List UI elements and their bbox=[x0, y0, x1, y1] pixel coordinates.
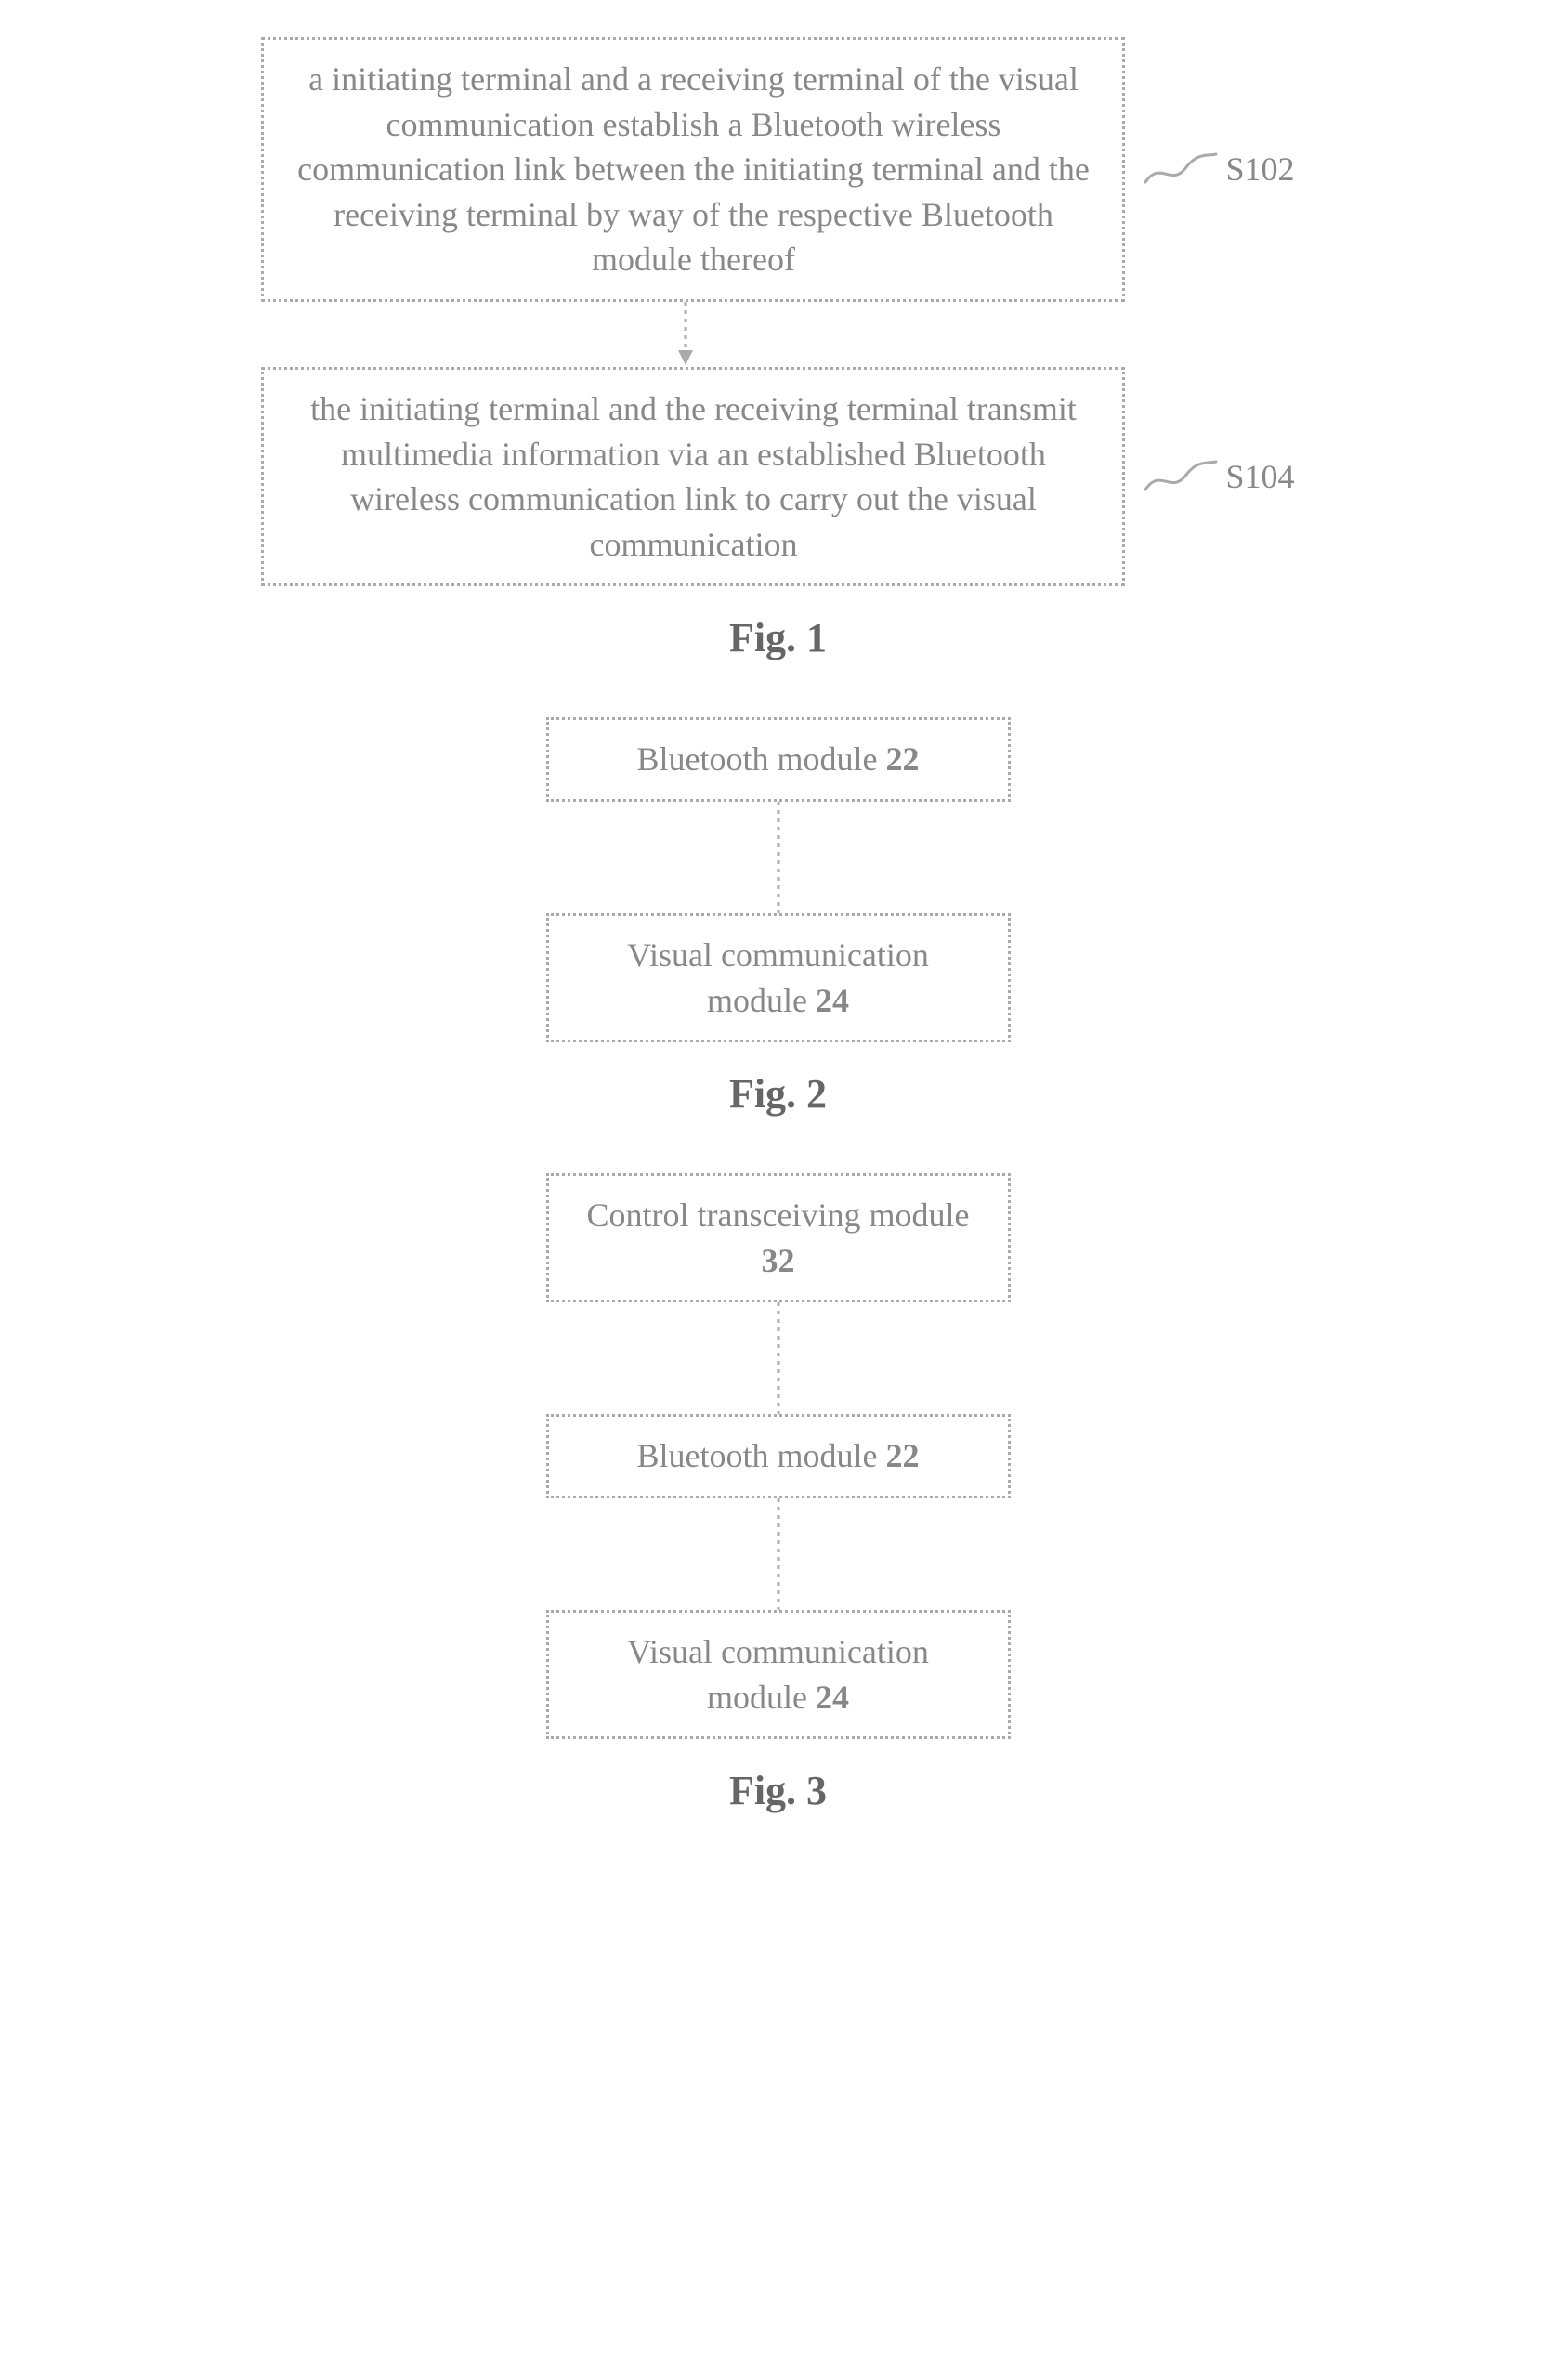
connector-line-icon bbox=[760, 1302, 797, 1414]
fig3-module-num-1: 32 bbox=[762, 1242, 795, 1279]
fig1-row-1: a initiating terminal and a receiving te… bbox=[261, 37, 1294, 302]
fig3-module-num-3: 24 bbox=[816, 1679, 849, 1716]
fig1-step-box-1: a initiating terminal and a receiving te… bbox=[261, 37, 1125, 302]
fig2-module-text-2: Visual communication module bbox=[627, 936, 929, 1019]
figure-3: Control transceiving module 32 Bluetooth… bbox=[37, 1173, 1519, 1814]
fig1-step-label-2: S104 bbox=[1225, 457, 1294, 496]
connector-line-icon bbox=[760, 1498, 797, 1610]
fig1-step-label-1: S102 bbox=[1225, 150, 1294, 189]
fig2-module-num-1: 22 bbox=[885, 740, 919, 778]
fig3-module-text-1: Control transceiving module bbox=[587, 1197, 970, 1234]
fig2-module-box-1: Bluetooth module 22 bbox=[546, 717, 1011, 802]
lead-line-icon bbox=[1144, 458, 1218, 495]
fig1-label-wrap-2: S104 bbox=[1144, 457, 1294, 496]
connector-line-icon bbox=[760, 802, 797, 913]
fig3-module-num-2: 22 bbox=[885, 1437, 919, 1474]
fig2-module-num-2: 24 bbox=[816, 982, 849, 1019]
fig3-module-text-3: Visual communication module bbox=[627, 1633, 929, 1716]
arrow-down-icon bbox=[667, 302, 704, 367]
fig3-module-box-3: Visual communication module 24 bbox=[546, 1610, 1011, 1739]
figure-1: a initiating terminal and a receiving te… bbox=[37, 37, 1519, 661]
fig3-module-box-2: Bluetooth module 22 bbox=[546, 1414, 1011, 1498]
fig2-module-box-2: Visual communication module 24 bbox=[546, 913, 1011, 1042]
fig1-row-2: the initiating terminal and the receivin… bbox=[261, 367, 1294, 586]
fig1-step-box-2: the initiating terminal and the receivin… bbox=[261, 367, 1125, 586]
figure-2: Bluetooth module 22 Visual communication… bbox=[37, 717, 1519, 1118]
fig2-caption: Fig. 2 bbox=[729, 1070, 827, 1118]
fig3-module-box-1: Control transceiving module 32 bbox=[546, 1173, 1011, 1302]
fig2-module-text-1: Bluetooth module bbox=[637, 740, 886, 778]
lead-line-icon bbox=[1144, 150, 1218, 188]
fig1-caption: Fig. 1 bbox=[729, 614, 827, 661]
fig3-module-text-2: Bluetooth module bbox=[637, 1437, 886, 1474]
fig1-label-wrap-1: S102 bbox=[1144, 150, 1294, 189]
fig3-caption: Fig. 3 bbox=[729, 1767, 827, 1814]
fig1-step-text-1: a initiating terminal and a receiving te… bbox=[297, 60, 1090, 278]
fig1-step-text-2: the initiating terminal and the receivin… bbox=[310, 390, 1077, 563]
